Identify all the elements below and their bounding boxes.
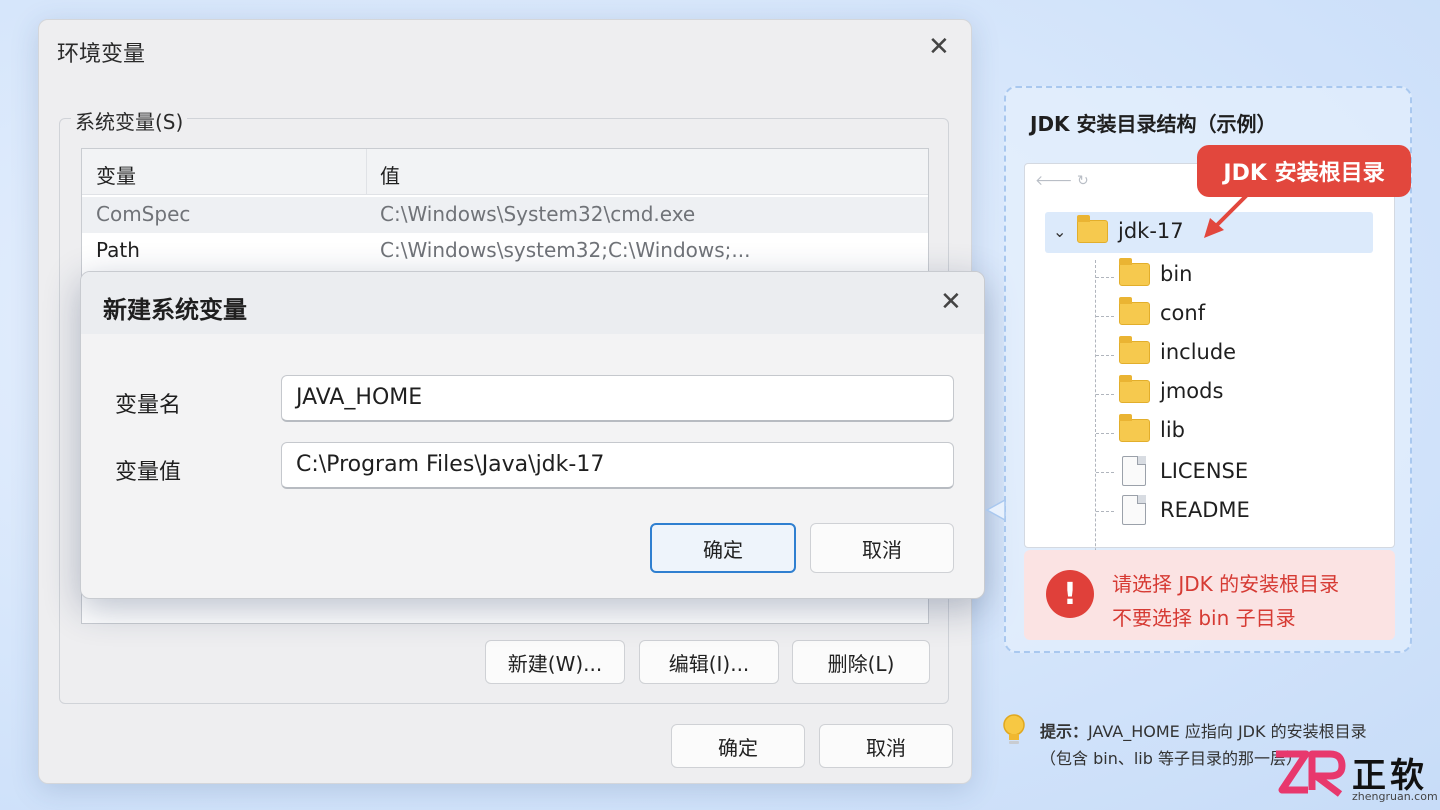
dialog-title: 新建系统变量 xyxy=(103,296,247,324)
warning-line-2: 不要选择 bin 子目录 xyxy=(1112,606,1296,630)
tree-item-label: include xyxy=(1160,340,1237,364)
column-header-value[interactable]: 值 xyxy=(380,160,400,189)
group-label: 系统变量(S) xyxy=(71,106,188,135)
row-variable-name[interactable]: Path xyxy=(96,238,140,262)
folder-icon xyxy=(1119,335,1150,364)
tree-item-root[interactable]: ⌄ jdk-17 xyxy=(1053,214,1184,243)
variable-name-input[interactable]: JAVA_HOME xyxy=(281,375,954,422)
tree-item-label: README xyxy=(1160,498,1250,522)
tree-item-jmods[interactable]: jmods xyxy=(1119,374,1224,403)
dialog-ok-button[interactable]: 确定 xyxy=(650,523,796,573)
folder-icon xyxy=(1119,413,1150,442)
tree-item-label: lib xyxy=(1160,418,1185,442)
callout-arrow-icon xyxy=(1204,192,1250,238)
edit-button[interactable]: 编辑(I)... xyxy=(639,640,779,684)
tip-line-2: （包含 bin、lib 等子目录的那一层） xyxy=(1040,749,1302,768)
root-directory-callout: JDK 安装根目录 xyxy=(1197,145,1411,197)
variable-value-label: 变量值 xyxy=(115,460,182,485)
delete-button[interactable]: 删除(L) xyxy=(792,640,930,684)
window-title: 环境变量 xyxy=(57,42,146,67)
new-button[interactable]: 新建(W)... xyxy=(485,640,625,684)
tree-item-license[interactable]: LICENSE xyxy=(1119,456,1248,486)
row-variable-value[interactable]: C:\Windows\system32;C:\Windows;... xyxy=(380,238,750,262)
variable-name-label: 变量名 xyxy=(115,393,182,418)
row-variable-name[interactable]: ComSpec xyxy=(96,202,190,226)
tree-item-label: LICENSE xyxy=(1160,459,1249,483)
brand-domain: zhengruan.com xyxy=(1352,790,1438,803)
panel-pointer-icon xyxy=(985,498,1006,522)
tree-item-readme[interactable]: README xyxy=(1119,495,1250,525)
table-header: 变量 值 xyxy=(82,149,928,195)
chevron-down-icon[interactable]: ⌄ xyxy=(1053,222,1067,241)
cancel-button[interactable]: 取消 xyxy=(819,724,953,768)
new-system-variable-dialog: 新建系统变量 ✕ 变量名 JAVA_HOME 变量值 C:\Program Fi… xyxy=(80,271,985,599)
watermark: 正软 zhengruan.com xyxy=(1272,746,1438,804)
variable-value-input[interactable]: C:\Program Files\Java\jdk-17 xyxy=(281,442,954,489)
tree-item-lib[interactable]: lib xyxy=(1119,413,1185,442)
tree-item-label: jmods xyxy=(1160,379,1224,403)
tip-line-1: 提示：JAVA_HOME 应指向 JDK 的安装根目录 xyxy=(1040,718,1367,742)
folder-icon xyxy=(1119,296,1150,325)
jdk-structure-panel: JDK 安装目录结构（示例） 🡐 ↻ ⌄ jdk-17 bin conf inc… xyxy=(1004,86,1412,653)
tree-item-label: bin xyxy=(1160,262,1193,286)
lightbulb-icon xyxy=(1003,714,1025,744)
warning-line-1: 请选择 JDK 的安装根目录 xyxy=(1112,572,1340,596)
tip-text: JAVA_HOME 应指向 JDK 的安装根目录 xyxy=(1088,722,1367,741)
folder-icon xyxy=(1119,374,1150,403)
tree-item-include[interactable]: include xyxy=(1119,335,1237,364)
warning-box: ! 请选择 JDK 的安装根目录 不要选择 bin 子目录 xyxy=(1024,550,1395,640)
row-variable-value[interactable]: C:\Windows\System32\cmd.exe xyxy=(380,202,695,226)
dialog-cancel-button[interactable]: 取消 xyxy=(810,523,954,573)
ok-button[interactable]: 确定 xyxy=(671,724,805,768)
close-icon[interactable]: ✕ xyxy=(928,34,950,60)
folder-icon xyxy=(1119,257,1150,286)
column-header-variable[interactable]: 变量 xyxy=(96,160,136,189)
tree-item-bin[interactable]: bin xyxy=(1119,257,1193,286)
warning-icon: ! xyxy=(1046,570,1094,618)
panel-title: JDK 安装目录结构（示例） xyxy=(1030,112,1277,136)
folder-icon xyxy=(1077,214,1108,243)
file-icon xyxy=(1122,456,1146,486)
close-icon[interactable]: ✕ xyxy=(940,289,962,315)
tree-connector xyxy=(1095,260,1096,596)
brand-logo-icon xyxy=(1276,750,1346,797)
back-icon: 🡐 ↻ xyxy=(1035,173,1089,189)
tree-item-label: jdk-17 xyxy=(1118,219,1184,243)
tree-item-conf[interactable]: conf xyxy=(1119,296,1206,325)
tree-item-label: conf xyxy=(1160,301,1206,325)
file-icon xyxy=(1122,495,1146,525)
tip-label: 提示： xyxy=(1040,722,1089,741)
